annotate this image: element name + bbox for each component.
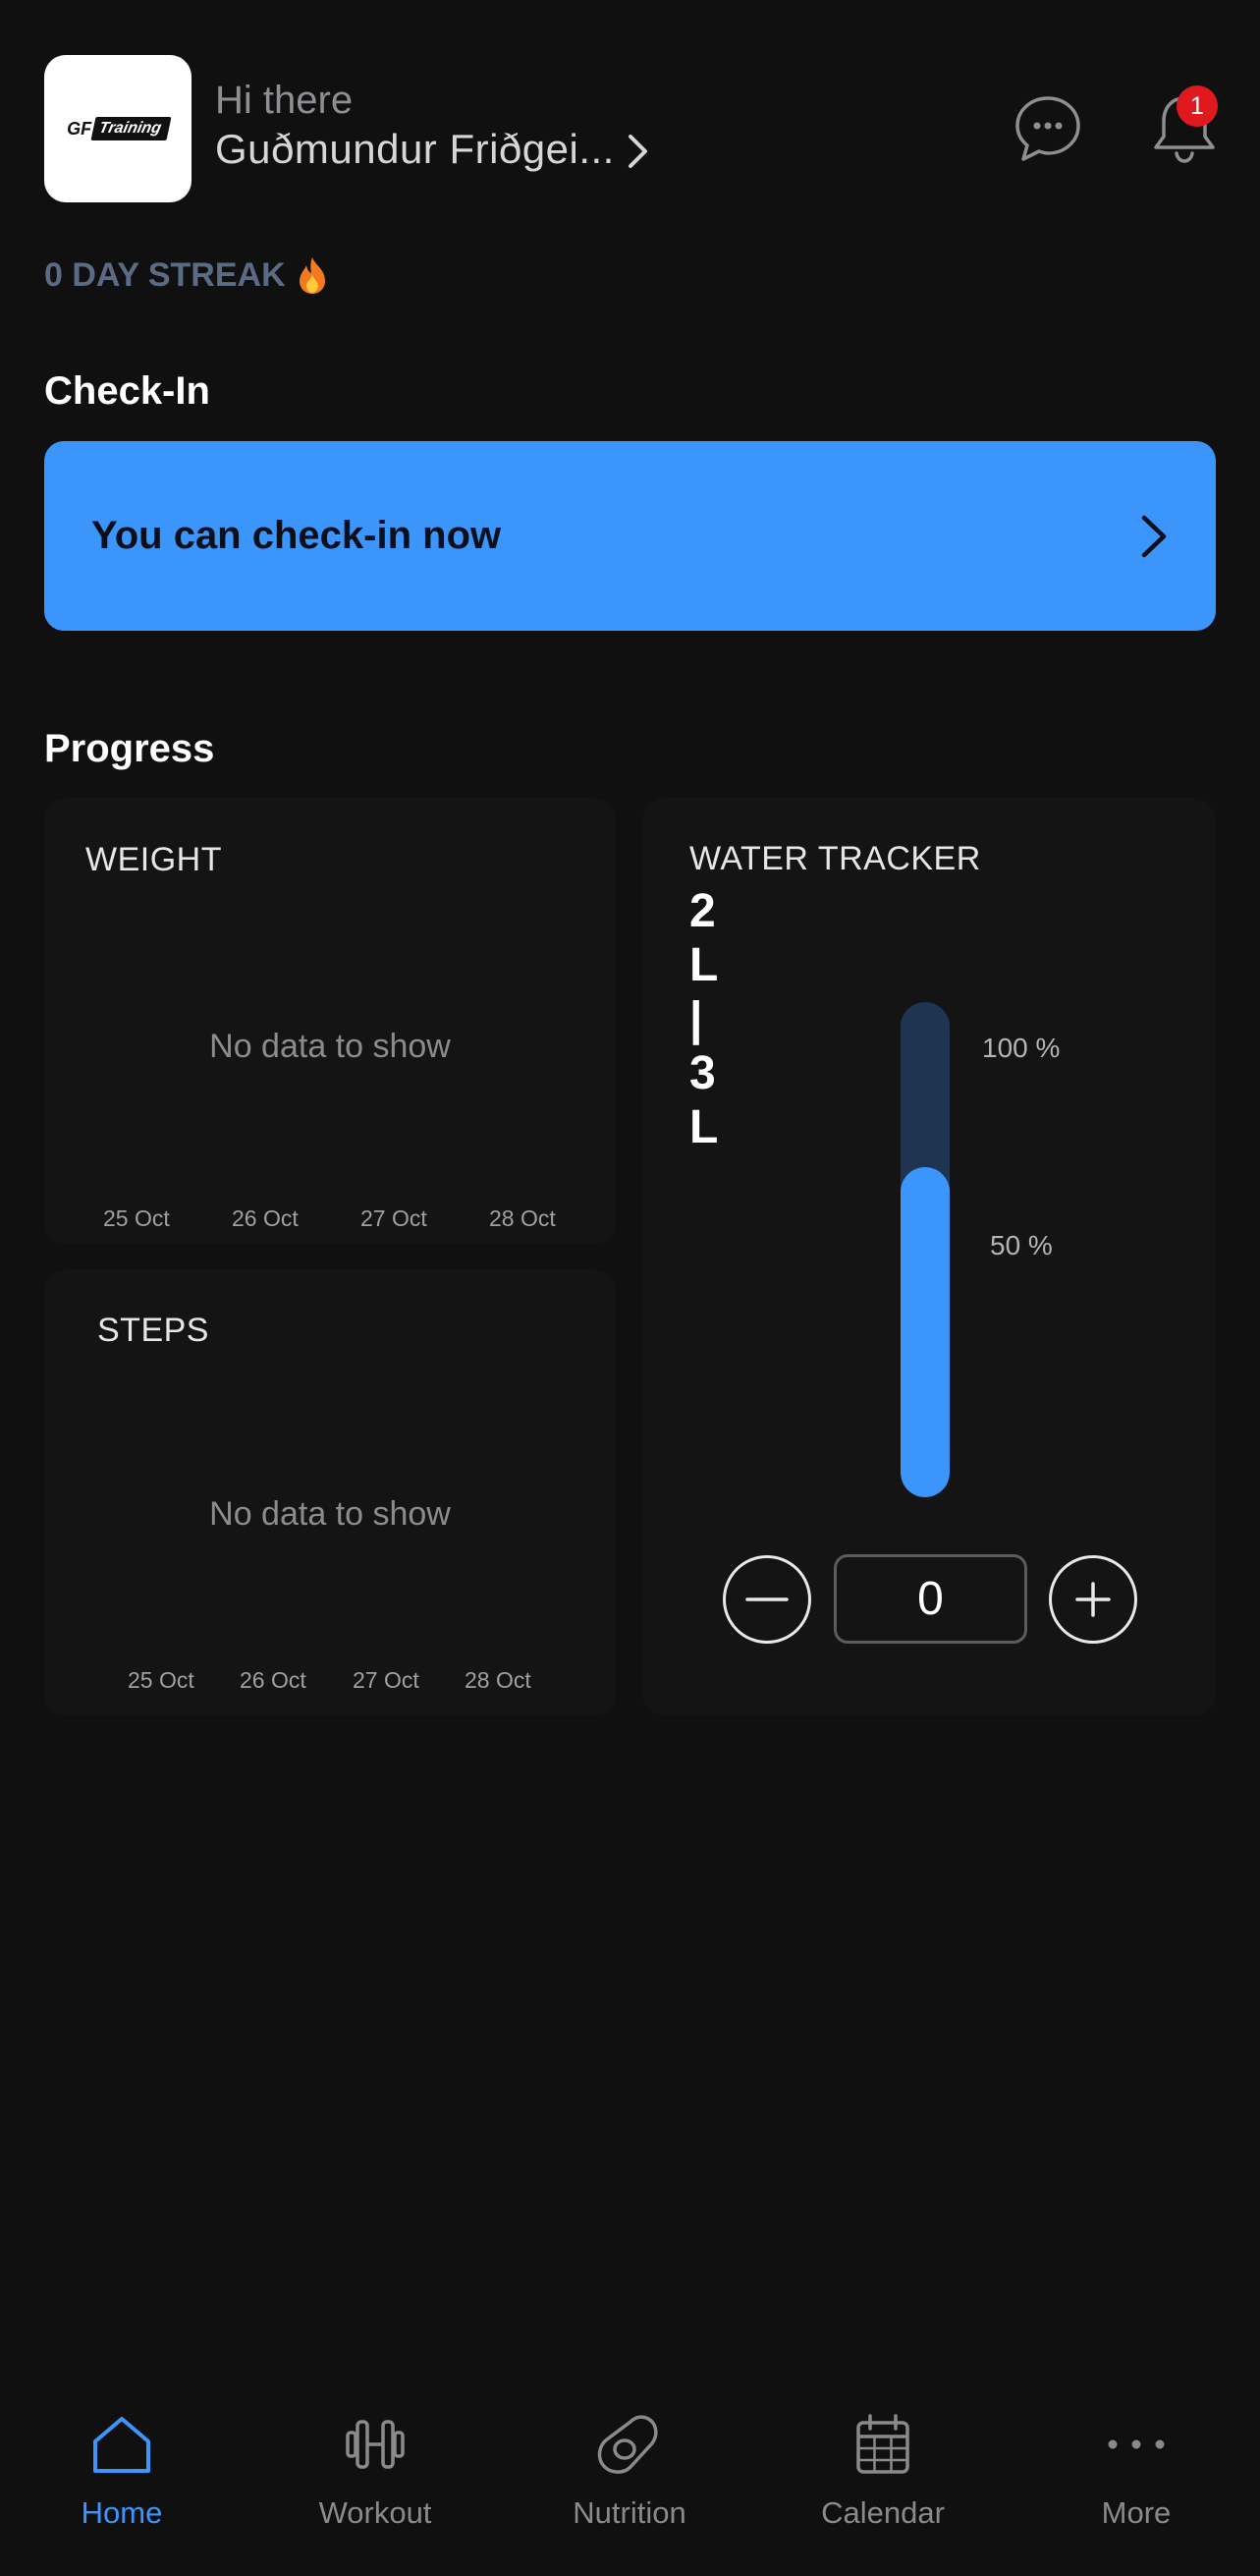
fire-icon bbox=[299, 257, 325, 294]
chat-bubble-icon bbox=[1015, 96, 1080, 161]
dumbbell-icon bbox=[346, 2420, 405, 2469]
nav-home-label: Home bbox=[81, 2495, 163, 2530]
water-tracker-title: WATER TRACKER bbox=[689, 840, 981, 877]
streak-label: 0 DAY STREAK bbox=[44, 255, 286, 294]
chevron-right-icon bbox=[628, 135, 647, 168]
water-level-bar bbox=[901, 1002, 950, 1497]
plus-icon bbox=[1075, 1582, 1111, 1617]
weight-card-title: WEIGHT bbox=[85, 841, 222, 878]
water-level-fill bbox=[901, 1166, 950, 1497]
chat-button[interactable] bbox=[1013, 94, 1082, 163]
nav-more[interactable]: More bbox=[1038, 2407, 1234, 2531]
logo-text-training: Training bbox=[90, 117, 172, 140]
calendar-icon bbox=[856, 2414, 909, 2474]
username: Guðmundur Friðgei... bbox=[215, 126, 615, 172]
home-icon bbox=[93, 2417, 150, 2473]
nav-more-label: More bbox=[1101, 2495, 1172, 2530]
steps-axis-label: 25 Oct bbox=[128, 1667, 194, 1693]
checkin-text: You can check-in now bbox=[91, 514, 502, 557]
weight-empty-text: No data to show bbox=[209, 1028, 451, 1065]
nav-calendar[interactable]: Calendar bbox=[785, 2407, 981, 2531]
logo-mark: GF Training bbox=[67, 117, 172, 140]
weight-axis-label: 25 Oct bbox=[103, 1205, 170, 1231]
decrease-water-button[interactable] bbox=[723, 1555, 811, 1644]
progress-section-title: Progress bbox=[44, 727, 215, 770]
steps-axis-label: 27 Oct bbox=[353, 1667, 419, 1693]
nav-calendar-label: Calendar bbox=[821, 2495, 945, 2530]
profile-link[interactable]: Guðmundur Friðgei... bbox=[215, 126, 650, 173]
weight-card[interactable]: WEIGHT No data to show 25 Oct 26 Oct 27 … bbox=[44, 798, 616, 1245]
nav-workout[interactable]: Workout bbox=[277, 2407, 473, 2531]
water-count-field[interactable]: 0 bbox=[834, 1554, 1027, 1644]
weight-axis-label: 26 Oct bbox=[232, 1205, 299, 1231]
increase-water-button[interactable] bbox=[1049, 1555, 1137, 1644]
home-screen: GF Training Hi there Guðmundur Friðgei..… bbox=[0, 0, 1260, 2576]
water-label-50: 50 % bbox=[990, 1230, 1053, 1260]
logo-text-gf: GF bbox=[67, 118, 92, 139]
water-value: 2 L | 3 L bbox=[689, 885, 721, 1153]
bottom-navigation: Home Workout Nutrition Calendar More bbox=[0, 2387, 1260, 2576]
steps-axis-label: 26 Oct bbox=[240, 1667, 306, 1693]
brand-logo[interactable]: GF Training bbox=[44, 55, 192, 202]
streak-indicator: 0 DAY STREAK bbox=[44, 255, 329, 295]
weight-axis-label: 28 Oct bbox=[489, 1205, 556, 1231]
water-label-100: 100 % bbox=[982, 1033, 1061, 1063]
avocado-icon bbox=[597, 2415, 658, 2474]
nav-nutrition[interactable]: Nutrition bbox=[531, 2407, 728, 2531]
nav-workout-label: Workout bbox=[318, 2495, 432, 2530]
checkin-card[interactable]: You can check-in now bbox=[44, 441, 1216, 631]
notification-badge: 1 bbox=[1177, 85, 1218, 127]
steps-axis-label: 28 Oct bbox=[465, 1667, 531, 1693]
steps-card-title: STEPS bbox=[97, 1312, 209, 1349]
more-icon bbox=[1108, 2439, 1165, 2449]
nav-home[interactable]: Home bbox=[24, 2407, 220, 2531]
chevron-right-icon bbox=[1141, 515, 1167, 557]
weight-axis-label: 27 Oct bbox=[360, 1205, 427, 1231]
steps-card[interactable]: STEPS No data to show 25 Oct 26 Oct 27 O… bbox=[44, 1269, 616, 1716]
nav-nutrition-label: Nutrition bbox=[573, 2495, 686, 2530]
greeting-text: Hi there bbox=[215, 79, 354, 122]
minus-icon bbox=[745, 1597, 789, 1601]
steps-empty-text: No data to show bbox=[209, 1495, 451, 1533]
checkin-section-title: Check-In bbox=[44, 369, 210, 413]
